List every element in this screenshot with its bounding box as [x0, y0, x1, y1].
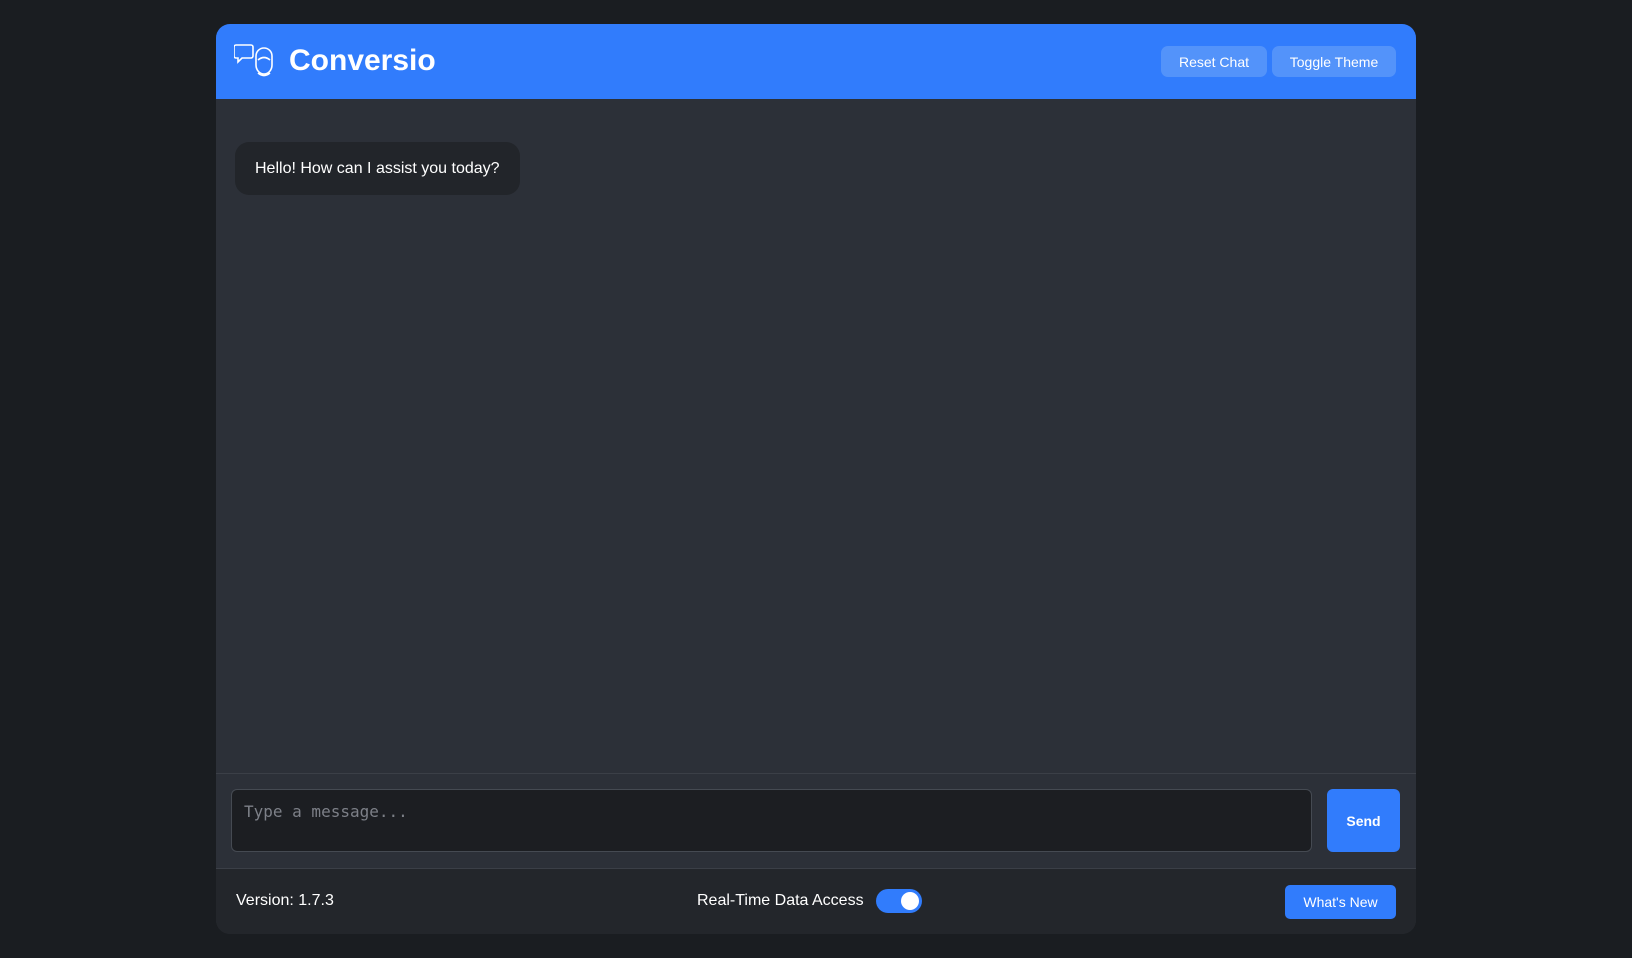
chat-app-window: Conversio Reset Chat Toggle Theme Hello!… — [216, 24, 1416, 934]
toggle-knob — [901, 892, 919, 910]
chat-faces-icon — [233, 42, 276, 82]
message-list: Hello! How can I assist you today? — [216, 99, 1416, 797]
app-header: Conversio Reset Chat Toggle Theme — [216, 24, 1416, 99]
send-button[interactable]: Send — [1327, 789, 1400, 852]
message-input[interactable] — [231, 789, 1312, 852]
app-footer: Version: 1.7.3 Real-Time Data Access Wha… — [216, 868, 1416, 934]
realtime-data-label: Real-Time Data Access — [697, 892, 864, 909]
message-composer: Send — [216, 773, 1416, 869]
bot-message-bubble: Hello! How can I assist you today? — [235, 142, 520, 195]
toggle-theme-button[interactable]: Toggle Theme — [1272, 46, 1396, 77]
reset-chat-button[interactable]: Reset Chat — [1161, 46, 1267, 77]
realtime-data-toggle[interactable] — [876, 889, 922, 913]
version-text: Version: 1.7.3 — [236, 892, 334, 909]
app-title: Conversio — [289, 44, 436, 77]
whats-new-button[interactable]: What's New — [1285, 885, 1396, 919]
